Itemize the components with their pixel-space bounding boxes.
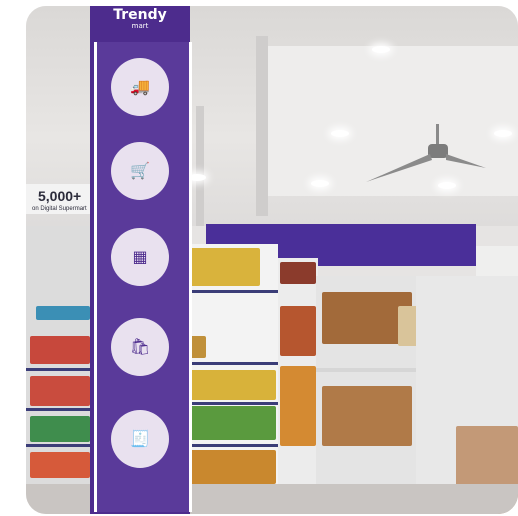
store-logo: Trendy mart: [90, 8, 190, 30]
ceiling-light: [494, 130, 512, 137]
ceiling-beam: [256, 36, 268, 216]
product-row: [280, 366, 316, 446]
checkout-icon: 🧾: [130, 429, 150, 448]
basket-circle: 🛍: [111, 318, 169, 376]
delivery-circle: 🚚: [111, 58, 169, 116]
store-photo: 5,000+ on Digital Supermart Trendy mart …: [26, 6, 518, 514]
ceiling-beam: [196, 106, 204, 226]
boxed-goods: [322, 386, 412, 446]
shelf-edge: [316, 368, 426, 372]
shelf-edge: [26, 408, 92, 411]
product-row: [30, 376, 90, 406]
ceiling-light: [372, 46, 390, 53]
product-row: [36, 306, 90, 320]
snack-packs: [186, 450, 276, 484]
shelf-edge: [182, 290, 278, 293]
bottles: [280, 262, 316, 284]
ceiling-fan: [366, 124, 486, 182]
shelf-edge: [182, 402, 278, 405]
ceiling-light: [331, 130, 349, 137]
shelf-edge: [26, 444, 92, 447]
banner-subline: on Digital Supermart: [32, 206, 87, 212]
basket-icon: 🛍: [129, 337, 151, 356]
product-row: [30, 452, 90, 478]
qr-code-icon: ▦: [132, 247, 148, 266]
product-row: [30, 336, 90, 364]
product-row: [30, 416, 90, 442]
snack-packs: [186, 370, 276, 400]
ceiling-light: [311, 180, 329, 187]
shelf-edge: [182, 362, 278, 365]
logo-main: Trendy: [113, 7, 167, 23]
shelf-edge: [182, 444, 278, 447]
snack-packs: [186, 248, 260, 286]
banner-headline: 5,000+: [38, 188, 82, 204]
logo-sub: mart: [131, 22, 149, 30]
cart-icon: 🛒: [130, 161, 150, 180]
snack-packs: [186, 406, 276, 440]
cart-circle: 🛒: [111, 142, 169, 200]
checkout-circle: 🧾: [111, 410, 169, 468]
delivery-icon: 🚚: [130, 77, 150, 96]
product-row: [280, 306, 316, 356]
shelf-edge: [26, 368, 92, 371]
qr-circle: ▦: [111, 228, 169, 286]
